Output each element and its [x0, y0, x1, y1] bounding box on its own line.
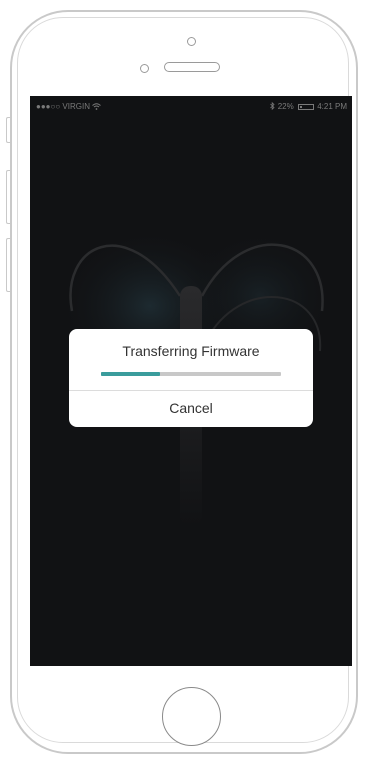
earpiece-speaker: [164, 62, 220, 72]
phone-frame: ●●●○○ VIRGIN 22% 4:21 PM Transferring Fi…: [0, 0, 365, 760]
home-button[interactable]: [162, 687, 221, 746]
cancel-button[interactable]: Cancel: [69, 391, 313, 427]
dialog-title: Transferring Firmware: [122, 343, 260, 359]
dialog-layer: Transferring Firmware Cancel: [30, 96, 352, 666]
proximity-sensor: [140, 64, 149, 73]
transfer-progress-bar: [101, 372, 281, 376]
firmware-transfer-dialog: Transferring Firmware Cancel: [69, 329, 313, 427]
front-camera: [187, 37, 196, 46]
transfer-progress-fill: [101, 372, 161, 376]
